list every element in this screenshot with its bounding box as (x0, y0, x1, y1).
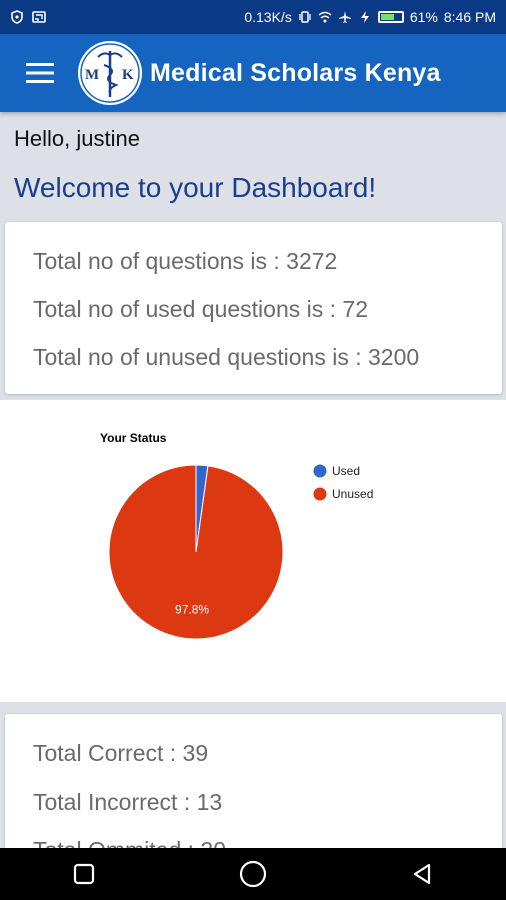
pie-data-label-unused: 97.8% (175, 602, 209, 616)
shield-icon (11, 10, 23, 24)
used-questions-text: Total no of used questions is : 72 (33, 296, 368, 322)
battery-percent: 61% (409, 9, 438, 25)
total-correct-text: Total Correct : 39 (33, 740, 209, 766)
charging-icon (360, 11, 369, 23)
greeting-text: Hello, justine (14, 126, 140, 151)
recent-apps-button[interactable] (54, 852, 114, 896)
app-title: Medical Scholars Kenya (150, 58, 441, 87)
welcome-heading: Welcome to your Dashboard! (14, 172, 377, 203)
back-triangle-icon (413, 863, 430, 885)
unused-questions-text: Total no of unused questions is : 3200 (33, 344, 420, 370)
status-pie-chart: Your Status 97.8% Used Unused (100, 431, 373, 640)
wifi-icon (318, 11, 332, 23)
legend-marker-unused (313, 487, 327, 501)
battery-icon (377, 11, 404, 23)
system-nav-bar (0, 848, 506, 900)
svg-text:M: M (85, 67, 99, 83)
menu-button[interactable] (14, 47, 66, 99)
svg-text:K: K (122, 67, 134, 83)
legend-label-used: Used (332, 464, 360, 478)
total-questions-text: Total no of questions is : 3272 (33, 248, 338, 274)
vibrate-icon (299, 11, 311, 23)
legend-label-unused: Unused (332, 487, 373, 501)
cast-icon (32, 11, 46, 23)
app-bar: M K Medical Scholars Kenya (0, 34, 506, 112)
home-button[interactable] (223, 852, 283, 896)
clock: 8:46 PM (443, 9, 496, 25)
chart-title: Your Status (100, 431, 167, 445)
legend-marker-used (313, 464, 327, 478)
hamburger-icon (26, 63, 54, 83)
questions-summary-card: Total no of questions is : 3272 Total no… (5, 222, 502, 394)
app-logo: M K (78, 41, 142, 105)
back-button[interactable] (392, 852, 452, 896)
total-incorrect-text: Total Incorrect : 13 (33, 789, 223, 815)
circle-icon (239, 860, 267, 888)
network-speed: 0.13K/s (244, 9, 292, 25)
status-chart-panel: Your Status 97.8% Used Unused (0, 400, 506, 702)
status-bar: 0.13K/s 61% 8:46 PM (0, 0, 506, 34)
square-icon (74, 863, 95, 885)
airplane-icon (338, 11, 351, 23)
caduceus-logo: M K (80, 43, 140, 103)
